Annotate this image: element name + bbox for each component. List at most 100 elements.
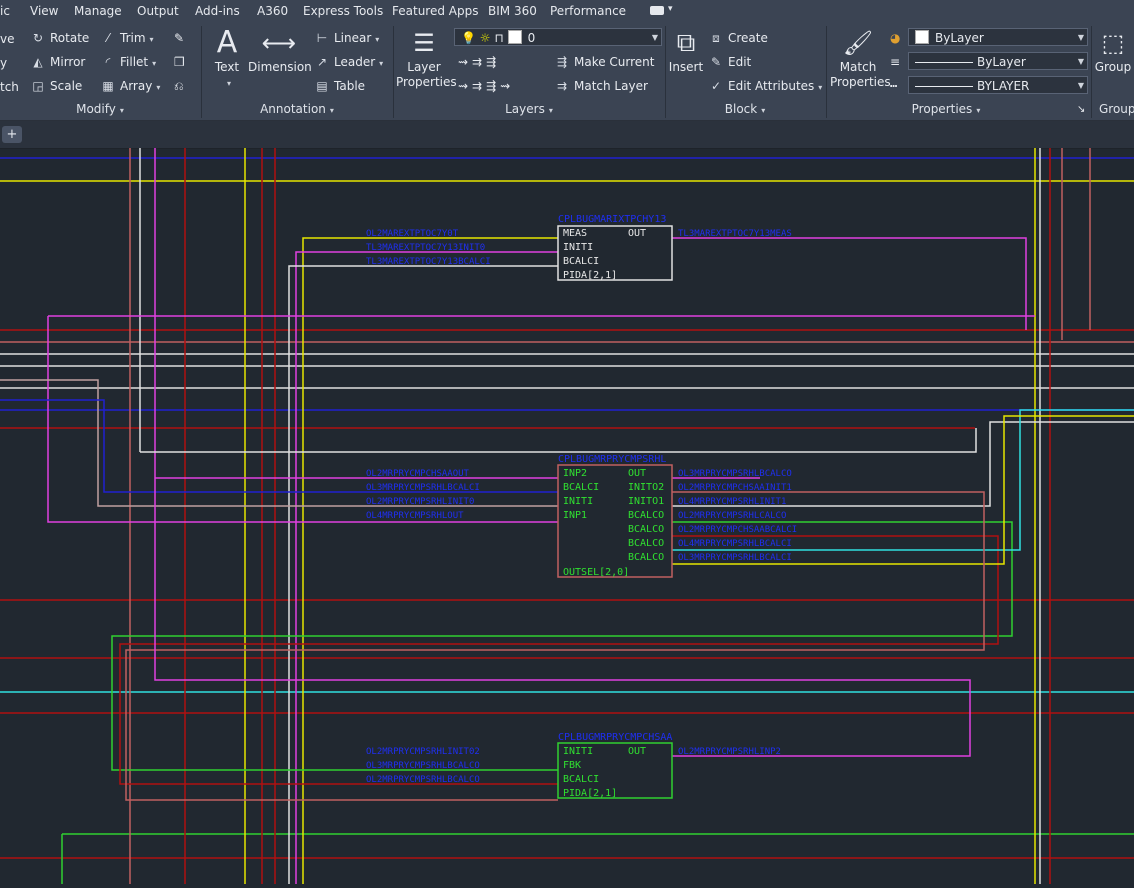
lightbulb-icon: 💡 xyxy=(461,31,476,45)
edit-attributes-icon: ✓ xyxy=(710,79,722,93)
offset-icon[interactable]: ⎌ xyxy=(174,78,184,94)
block-3-output-label: OL2MRPRYCMPSRHLINP2 xyxy=(678,747,781,757)
drawing-svg[interactable]: CPLBUGMARIXTPCHY13 MEAS INITI BCALCI PID… xyxy=(0,148,1134,884)
block-2-pin-bcalco: BCALCO xyxy=(628,524,664,535)
function-block-2[interactable]: CPLBUGMRPRYCMPSRHL INP2 BCALCI INITI INP… xyxy=(366,454,797,578)
edit-attributes-dropdown-icon[interactable]: ▾ xyxy=(818,83,822,92)
array-dropdown-icon[interactable]: ▾ xyxy=(156,83,160,92)
menu-tab-view[interactable]: View xyxy=(30,4,58,18)
dimension-button[interactable]: ⟷ Dimension xyxy=(248,26,312,75)
block-1-input-label: TL3MAREXTPTOC7Y13INIT0 xyxy=(366,243,485,253)
insert-button[interactable]: ⧉ Insert xyxy=(668,26,704,75)
function-block-3[interactable]: CPLBUGMRPRYCMPCHSAA INITI FBK BCALCI PID… xyxy=(366,732,781,799)
menu-tab-featured-apps[interactable]: Featured Apps xyxy=(392,4,478,18)
wire xyxy=(672,421,1134,507)
block-1-pin-meas: MEAS xyxy=(563,228,587,239)
lineweight-combo-dropdown-icon[interactable]: ▼ xyxy=(1078,53,1084,71)
mirror-icon: ◭ xyxy=(33,55,43,69)
block-3-pin-bcalci: BCALCI xyxy=(563,774,599,785)
menu-tab-graphic-partial[interactable]: ic xyxy=(0,4,10,18)
edit-attributes-button[interactable]: ✓ Edit Attributes ▾ xyxy=(708,78,822,96)
leader-dropdown-icon[interactable]: ▾ xyxy=(379,59,383,68)
menu-tab-bim-360[interactable]: BIM 360 xyxy=(488,4,537,18)
linetype-combo[interactable]: BYLAYER ▼ xyxy=(908,76,1088,94)
scale-button[interactable]: ◲ Scale xyxy=(30,78,82,94)
block-3-pin-pida: PIDA[2,1] xyxy=(563,788,617,799)
layer-combo[interactable]: 💡 ☼ ⊓ 0 ▼ xyxy=(454,28,662,46)
linetype-combo-dropdown-icon[interactable]: ▼ xyxy=(1078,77,1084,95)
ribbon: ve y tch ↻ Rotate ⁄ Trim ▾ ◭ Mirror ◜ Fillet ▾… xyxy=(0,22,1134,121)
block-panel-caret-icon: ▾ xyxy=(761,106,766,115)
menu-tab-manage[interactable]: Manage xyxy=(74,4,122,18)
make-current-button[interactable]: ⇶ Make Current xyxy=(554,54,655,70)
ribbon-copy-partial[interactable]: y xyxy=(0,55,7,71)
ribbon-toggle-icon[interactable] xyxy=(650,6,664,15)
group-icon: ⬚ xyxy=(1101,29,1125,57)
wire xyxy=(140,428,977,453)
menu-tab-performance[interactable]: Performance xyxy=(550,4,626,18)
fillet-icon: ◜ xyxy=(105,55,111,69)
block-2-pin-initi: INITI xyxy=(563,496,593,507)
layer-combo-dropdown-icon[interactable]: ▼ xyxy=(652,29,658,47)
trim-icon: ⁄ xyxy=(106,31,109,45)
explode-icon[interactable]: ❒ xyxy=(174,54,185,70)
modify-panel-title[interactable]: Modify ▾ xyxy=(0,100,200,118)
leader-button[interactable]: ↗ Leader ▾ xyxy=(314,54,383,72)
annotation-panel-title[interactable]: Annotation ▾ xyxy=(202,100,392,118)
lineweight-combo[interactable]: ByLayer ▼ xyxy=(908,52,1088,70)
color-combo-dropdown-icon[interactable]: ▼ xyxy=(1078,29,1084,47)
linear-dropdown-icon[interactable]: ▾ xyxy=(375,35,379,44)
linear-button[interactable]: ⊢ Linear ▾ xyxy=(314,30,380,48)
color-combo[interactable]: ByLayer ▼ xyxy=(908,28,1088,46)
block-2-output-label: OL4MRPRYCMPSRHLINIT1 xyxy=(678,497,786,507)
fillet-button[interactable]: ◜ Fillet ▾ xyxy=(100,54,156,72)
drawing-canvas[interactable]: CPLBUGMARIXTPCHY13 MEAS INITI BCALCI PID… xyxy=(0,148,1134,884)
block-3-title: CPLBUGMRPRYCMPCHSAA xyxy=(558,732,672,743)
layer-color-swatch xyxy=(507,30,522,44)
ribbon-toggle-caret-icon[interactable]: ▾ xyxy=(668,4,673,14)
layer-tools-row2-icons[interactable]: ⇝⇉⇶⇝ xyxy=(458,78,514,94)
text-button[interactable]: A Text ▾ xyxy=(208,26,246,91)
create-block-button[interactable]: ⧈ Create xyxy=(708,30,768,46)
function-block-1[interactable]: CPLBUGMARIXTPCHY13 MEAS INITI BCALCI PID… xyxy=(366,214,792,281)
ribbon-stretch-partial[interactable]: tch xyxy=(0,79,19,95)
lineweight-icon: ≡ xyxy=(890,55,901,69)
modify-panel-caret-icon: ▾ xyxy=(119,106,124,115)
ribbon-move-partial[interactable]: ve xyxy=(0,31,14,47)
block-2-pin-bcalco: BCALCO xyxy=(628,552,664,563)
erase-icon[interactable]: ✎ xyxy=(174,30,184,46)
linetype-sample xyxy=(915,86,973,87)
block-2-output-label: OL2MRPRYCMPCHSAAINIT1 xyxy=(678,483,792,493)
menu-tab-output[interactable]: Output xyxy=(137,4,179,18)
match-layer-button[interactable]: ⇉ Match Layer xyxy=(554,78,648,94)
layer-properties-button[interactable]: ☰ Layer Properties xyxy=(396,26,457,90)
properties-panel-title[interactable]: Properties ▾ xyxy=(828,100,1064,118)
menu-tab-a360[interactable]: A360 xyxy=(257,4,288,18)
group-button[interactable]: ⬚ Group xyxy=(1093,26,1133,75)
block-2-pin-out: OUT xyxy=(628,468,646,479)
block-panel-title[interactable]: Block ▾ xyxy=(666,100,824,118)
trim-button[interactable]: ⁄ Trim ▾ xyxy=(100,30,154,48)
match-properties-button[interactable]: 🖌 Match Properties xyxy=(830,26,891,90)
properties-launcher-icon[interactable]: ↘ xyxy=(1077,102,1085,118)
mirror-button[interactable]: ◭ Mirror xyxy=(30,54,85,70)
trim-dropdown-icon[interactable]: ▾ xyxy=(150,35,154,44)
rotate-button[interactable]: ↻ Rotate xyxy=(30,30,89,46)
edit-block-button[interactable]: ✎ Edit xyxy=(708,54,751,70)
block-3-input-label: OL2MRPRYCMPSRHLINIT02 xyxy=(366,747,480,757)
menu-tab-express-tools[interactable]: Express Tools xyxy=(303,4,383,18)
block-3-pin-out: OUT xyxy=(628,746,646,757)
array-button[interactable]: ▦ Array ▾ xyxy=(100,78,160,96)
panel-separator xyxy=(826,26,827,118)
block-2-output-label: OL4MRPRYCMPSRHLBCALCI xyxy=(678,539,792,549)
text-icon: A xyxy=(216,25,238,60)
groups-panel-title[interactable]: Groups xyxy=(1093,100,1134,118)
fillet-dropdown-icon[interactable]: ▾ xyxy=(152,59,156,68)
new-tab-plus-icon[interactable]: + xyxy=(2,126,22,143)
menu-tab-add-ins[interactable]: Add-ins xyxy=(195,4,240,18)
layers-panel-title[interactable]: Layers ▾ xyxy=(394,100,664,118)
block-3-pin-fbk: FBK xyxy=(563,760,581,771)
table-button[interactable]: ▤ Table xyxy=(314,78,365,94)
layer-tools-row1-icons[interactable]: ⇝⇉⇶ xyxy=(458,54,500,70)
block-2-pin-inp2: INP2 xyxy=(563,468,587,479)
